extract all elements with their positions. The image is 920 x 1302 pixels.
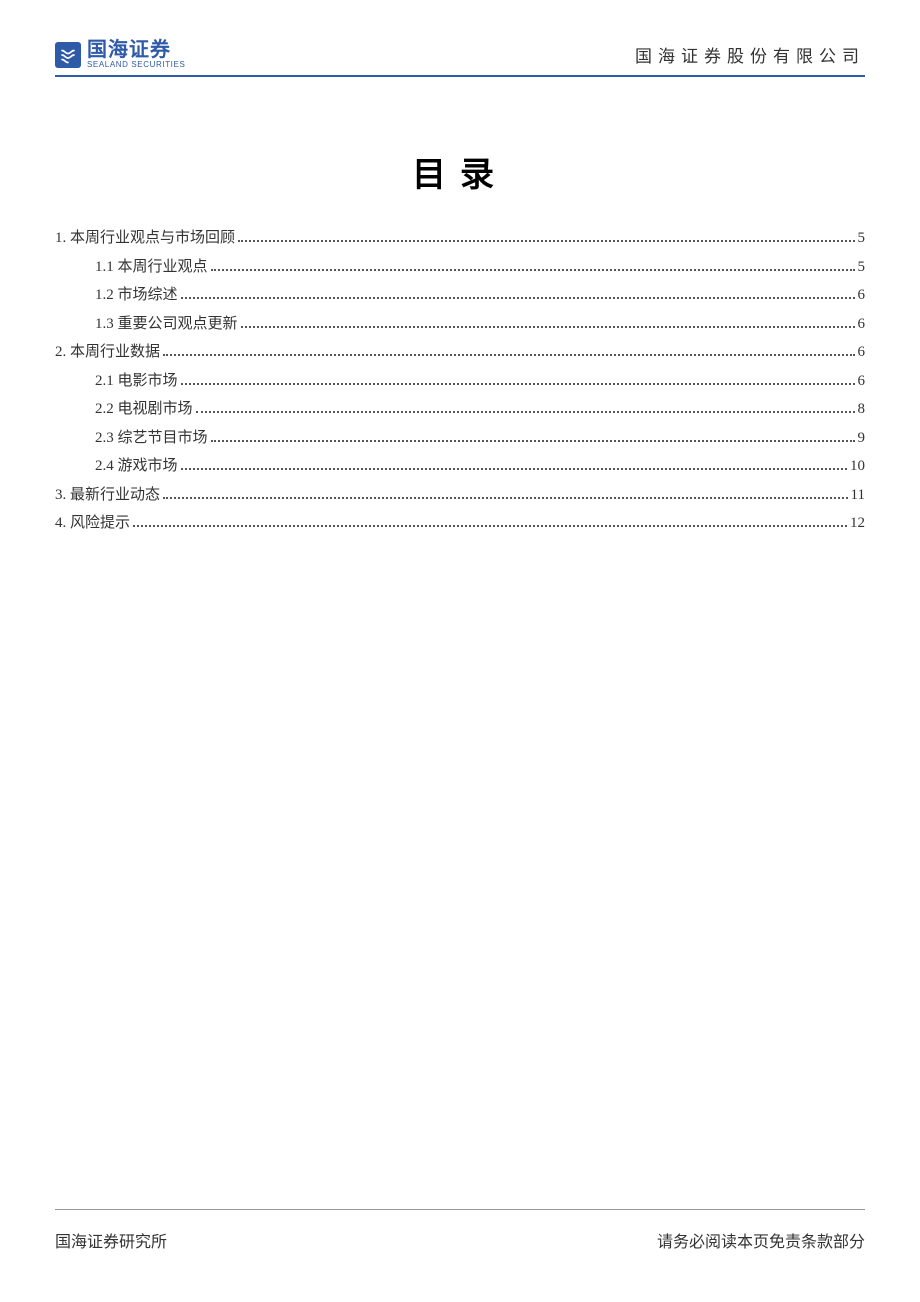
logo-cn-text: 国海证券	[87, 40, 185, 60]
toc-dots	[241, 326, 855, 328]
toc-list: 1. 本周行业观点与市场回顾 5 1.1 本周行业观点 5 1.2 市场综述 6…	[55, 226, 865, 540]
toc-dots	[181, 468, 847, 470]
toc-entry[interactable]: 4. 风险提示 12	[55, 511, 865, 537]
toc-page: 6	[858, 340, 866, 366]
page-header: 国海证券 SEALAND SECURITIES 国海证券股份有限公司	[55, 40, 865, 77]
toc-page: 5	[858, 255, 866, 281]
logo-text-block: 国海证券 SEALAND SECURITIES	[87, 40, 185, 69]
toc-dots	[163, 497, 848, 499]
toc-entry[interactable]: 2.3 综艺节目市场 9	[55, 426, 865, 452]
toc-page: 8	[858, 397, 866, 423]
toc-label: 1.1 本周行业观点	[95, 255, 208, 281]
footer-right: 请务必阅读本页免责条款部分	[657, 1228, 865, 1252]
toc-title: 目录	[55, 147, 865, 196]
toc-label: 2.2 电视剧市场	[95, 397, 193, 423]
toc-entry[interactable]: 1. 本周行业观点与市场回顾 5	[55, 226, 865, 252]
toc-dots	[211, 269, 855, 271]
toc-label: 1.3 重要公司观点更新	[95, 312, 238, 338]
toc-entry[interactable]: 2.2 电视剧市场 8	[55, 397, 865, 423]
toc-dots	[181, 383, 855, 385]
logo-en-text: SEALAND SECURITIES	[87, 60, 185, 69]
toc-page: 6	[858, 283, 866, 309]
toc-page: 5	[858, 226, 866, 252]
toc-dots	[133, 525, 847, 527]
toc-entry[interactable]: 2.1 电影市场 6	[55, 369, 865, 395]
toc-page: 6	[858, 369, 866, 395]
toc-entry[interactable]: 1.3 重要公司观点更新 6	[55, 312, 865, 338]
toc-label: 2.3 综艺节目市场	[95, 426, 208, 452]
toc-label: 1. 本周行业观点与市场回顾	[55, 226, 235, 252]
toc-label: 2.4 游戏市场	[95, 454, 178, 480]
toc-dots	[181, 297, 855, 299]
toc-label: 4. 风险提示	[55, 511, 130, 537]
toc-page: 12	[850, 511, 865, 537]
toc-entry[interactable]: 1.1 本周行业观点 5	[55, 255, 865, 281]
toc-entry[interactable]: 3. 最新行业动态 11	[55, 483, 865, 509]
spacer	[55, 540, 865, 1210]
toc-entry[interactable]: 2.4 游戏市场 10	[55, 454, 865, 480]
company-name: 国海证券股份有限公司	[635, 42, 865, 67]
toc-label: 2. 本周行业数据	[55, 340, 160, 366]
toc-dots	[238, 240, 854, 242]
toc-label: 1.2 市场综述	[95, 283, 178, 309]
toc-label: 3. 最新行业动态	[55, 483, 160, 509]
toc-dots	[196, 411, 855, 413]
toc-label: 2.1 电影市场	[95, 369, 178, 395]
toc-page: 6	[858, 312, 866, 338]
toc-page: 11	[851, 483, 865, 509]
footer-left: 国海证券研究所	[55, 1228, 167, 1252]
logo-icon	[55, 42, 81, 68]
toc-dots	[163, 354, 854, 356]
page-container: 国海证券 SEALAND SECURITIES 国海证券股份有限公司 目录 1.…	[0, 0, 920, 1302]
logo-area: 国海证券 SEALAND SECURITIES	[55, 40, 185, 69]
toc-dots	[211, 440, 855, 442]
toc-page: 9	[858, 426, 866, 452]
toc-entry[interactable]: 1.2 市场综述 6	[55, 283, 865, 309]
toc-entry[interactable]: 2. 本周行业数据 6	[55, 340, 865, 366]
toc-page: 10	[850, 454, 865, 480]
page-footer: 国海证券研究所 请务必阅读本页免责条款部分	[55, 1209, 865, 1252]
